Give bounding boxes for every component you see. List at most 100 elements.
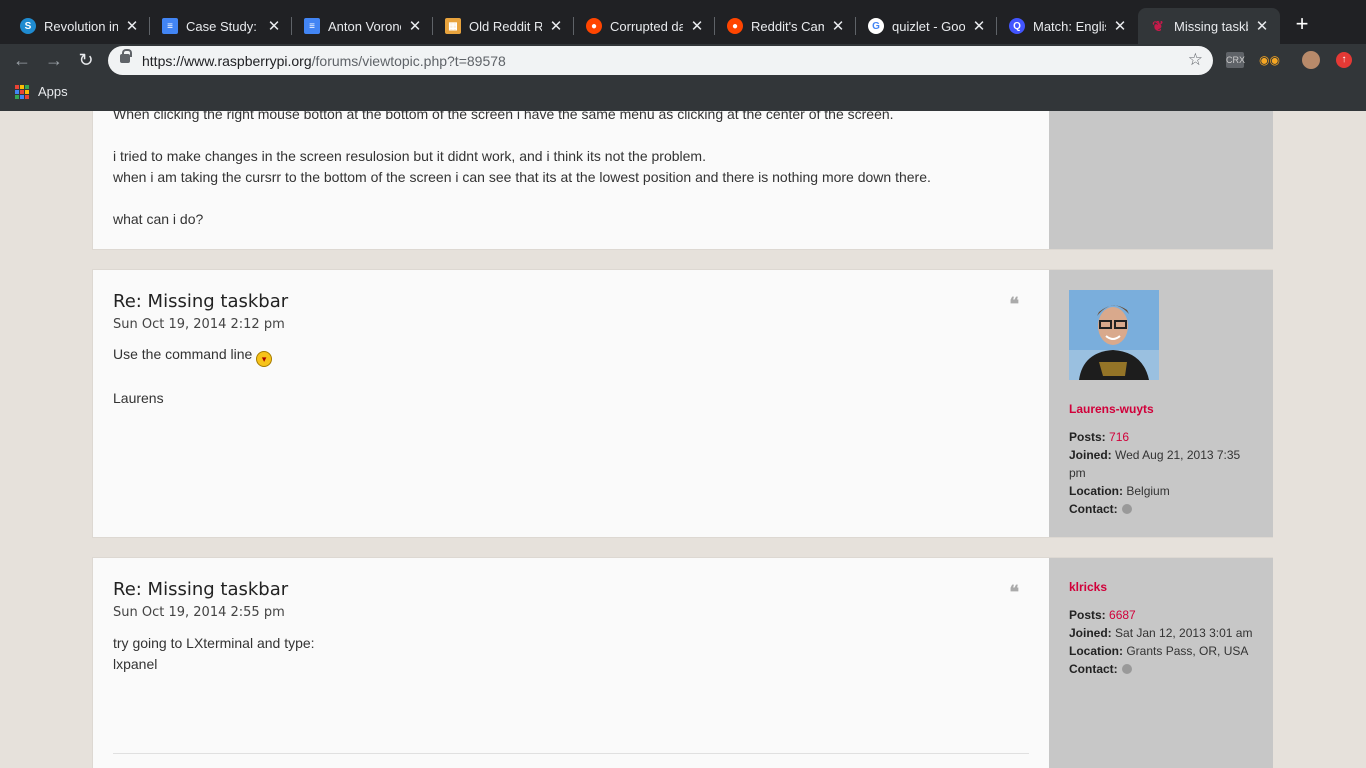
tab-title: quizlet - Goo — [892, 18, 965, 34]
close-icon[interactable]: ✕ — [407, 17, 423, 35]
tab-title: Case Study: N — [186, 18, 260, 34]
tab-title: Reddit's Cam — [751, 18, 824, 34]
url-text[interactable]: https://www.raspberrypi.org/forums/viewt… — [142, 53, 506, 69]
post-date: Sun Oct 19, 2014 2:12 pm — [113, 317, 285, 332]
post-line: i tried to make changes in the screen re… — [113, 148, 706, 164]
raspberry-icon: ❦ — [1152, 17, 1164, 34]
quizlet-icon: Q — [1009, 18, 1025, 34]
avatar-image — [1069, 290, 1159, 380]
tab-0[interactable]: S Revolution in ✕ — [8, 8, 150, 44]
profile-avatar[interactable] — [1302, 51, 1320, 69]
forum-page: When clicking the right mouse botton at … — [0, 111, 1366, 768]
tab-5[interactable]: ● Reddit's Cam ✕ — [715, 8, 856, 44]
tongue-emoji-icon: ▾ — [256, 351, 273, 367]
google-icon: G — [868, 18, 884, 34]
tab-3[interactable]: ▦ Old Reddit Re ✕ — [433, 8, 574, 44]
post-line: what can i do? — [113, 211, 204, 227]
tab-2[interactable]: ≡ Anton Vorono ✕ — [292, 8, 433, 44]
post-body: When clicking the right mouse botton at … — [93, 111, 1049, 249]
close-icon[interactable]: ✕ — [830, 17, 846, 35]
browser-toolbar: ← → ↻ https://www.raspberrypi.org/forums… — [0, 44, 1366, 77]
avatar[interactable] — [1069, 290, 1159, 380]
post-line: when i am taking the cursrr to the botto… — [113, 169, 931, 185]
author-posts: Posts: 716 — [1069, 430, 1130, 444]
reddit-icon: ● — [586, 18, 602, 34]
tab-1[interactable]: ≡ Case Study: N ✕ — [150, 8, 292, 44]
forum-post: Re: Missing taskbar Sun Oct 19, 2014 2:5… — [92, 557, 1273, 768]
author-contact: Contact: — [1069, 500, 1259, 518]
extension-eyes-icon[interactable]: ◉◉ — [1259, 52, 1280, 68]
author-joined: Joined: Sat Jan 12, 2013 3:01 am — [1069, 626, 1253, 640]
post-divider — [113, 753, 1029, 754]
reddit-icon: ▦ — [445, 18, 461, 34]
close-icon[interactable]: ✕ — [689, 17, 705, 35]
back-arrow-icon[interactable]: ← — [10, 48, 34, 72]
contact-icon[interactable] — [1121, 664, 1132, 674]
docs-icon: ≡ — [304, 18, 320, 34]
post-author[interactable]: klricks — [1069, 580, 1107, 594]
post-body: Re: Missing taskbar Sun Oct 19, 2014 2:1… — [93, 270, 1049, 537]
author-contact: Contact: — [1069, 660, 1259, 678]
tab-title: Match: Englis — [1033, 18, 1106, 34]
new-tab-button[interactable]: + — [1290, 12, 1314, 36]
post-content: try going to LXterminal and type: lxpane… — [113, 633, 1013, 675]
close-icon[interactable]: ✕ — [1112, 17, 1128, 35]
forum-post: Re: Missing taskbar Sun Oct 19, 2014 2:1… — [92, 269, 1273, 538]
reload-icon[interactable]: ↻ — [74, 48, 98, 72]
post-profile: klricks Posts: 6687 Joined: Sat Jan 12, … — [1049, 558, 1273, 768]
crx-extension-icon[interactable]: CRX — [1226, 52, 1245, 68]
forward-arrow-icon[interactable]: → — [42, 48, 66, 72]
post-line-blank — [113, 125, 1033, 146]
post-line: try going to LXterminal and type: — [113, 635, 315, 651]
docs-icon: ≡ — [162, 18, 178, 34]
post-line-blank — [113, 188, 1033, 209]
tab-6[interactable]: G quizlet - Goo ✕ — [856, 8, 997, 44]
lock-icon — [120, 49, 132, 63]
apps-grid-icon[interactable] — [15, 85, 29, 99]
post-line: lxpanel — [113, 656, 158, 672]
apps-bookmark[interactable]: Apps — [38, 84, 68, 99]
update-icon[interactable]: ↑ — [1336, 52, 1352, 68]
tab-title: Revolution in — [44, 18, 118, 34]
author-location: Location: Belgium — [1069, 484, 1170, 498]
close-icon[interactable]: ✕ — [124, 17, 140, 35]
post-content: When clicking the right mouse botton at … — [113, 111, 1033, 230]
author-posts: Posts: 6687 — [1069, 608, 1136, 622]
author-joined: Joined: Wed Aug 21, 2013 7:35 pm — [1069, 448, 1241, 480]
tab-title: Missing taskb — [1174, 18, 1248, 34]
close-icon[interactable]: ✕ — [1254, 17, 1270, 35]
close-icon[interactable]: ✕ — [971, 17, 987, 35]
post-content: Use the command line ▾ Laurens — [113, 344, 1013, 409]
author-meta: Posts: 716 Joined: Wed Aug 21, 2013 7:35… — [1069, 428, 1259, 518]
post-profile — [1049, 111, 1273, 249]
post-title[interactable]: Re: Missing taskbar — [113, 579, 288, 600]
close-icon[interactable]: ✕ — [266, 17, 282, 35]
post-profile: Laurens-wuyts Posts: 716 Joined: Wed Aug… — [1049, 270, 1273, 537]
tab-title: Corrupted da — [610, 18, 683, 34]
post-line-blank — [113, 367, 1013, 388]
close-icon[interactable]: ✕ — [548, 17, 564, 35]
tab-4[interactable]: ● Corrupted da ✕ — [574, 8, 715, 44]
quote-icon[interactable]: ❝ — [1009, 582, 1019, 603]
quote-icon[interactable]: ❝ — [1009, 294, 1019, 315]
post-body: Re: Missing taskbar Sun Oct 19, 2014 2:5… — [93, 558, 1049, 768]
tab-title: Old Reddit Re — [469, 18, 542, 34]
author-location: Location: Grants Pass, OR, USA — [1069, 644, 1249, 658]
address-bar[interactable]: https://www.raspberrypi.org/forums/viewt… — [108, 46, 1213, 75]
post-author[interactable]: Laurens-wuyts — [1069, 402, 1154, 416]
bookmark-star-icon[interactable]: ☆ — [1188, 50, 1203, 70]
bookmarks-bar: Apps — [0, 77, 1366, 111]
contact-icon[interactable] — [1121, 504, 1132, 514]
forum-post: When clicking the right mouse botton at … — [92, 111, 1273, 250]
tab-strip: S Revolution in ✕ ≡ Case Study: N ✕ ≡ An… — [0, 0, 1366, 44]
tab-8-active[interactable]: ❦ Missing taskb ✕ — [1138, 8, 1280, 44]
post-line: Use the command line ▾ — [113, 344, 1013, 367]
reddit-icon: ● — [727, 18, 743, 34]
tab-title: Anton Vorono — [328, 18, 401, 34]
tab-favicon-icon: S — [20, 18, 36, 34]
post-title[interactable]: Re: Missing taskbar — [113, 291, 288, 312]
tab-7[interactable]: Q Match: Englis ✕ — [997, 8, 1138, 44]
author-posts-count[interactable]: 716 — [1109, 430, 1129, 444]
author-posts-count[interactable]: 6687 — [1109, 608, 1136, 622]
author-meta: Posts: 6687 Joined: Sat Jan 12, 2013 3:0… — [1069, 606, 1259, 678]
